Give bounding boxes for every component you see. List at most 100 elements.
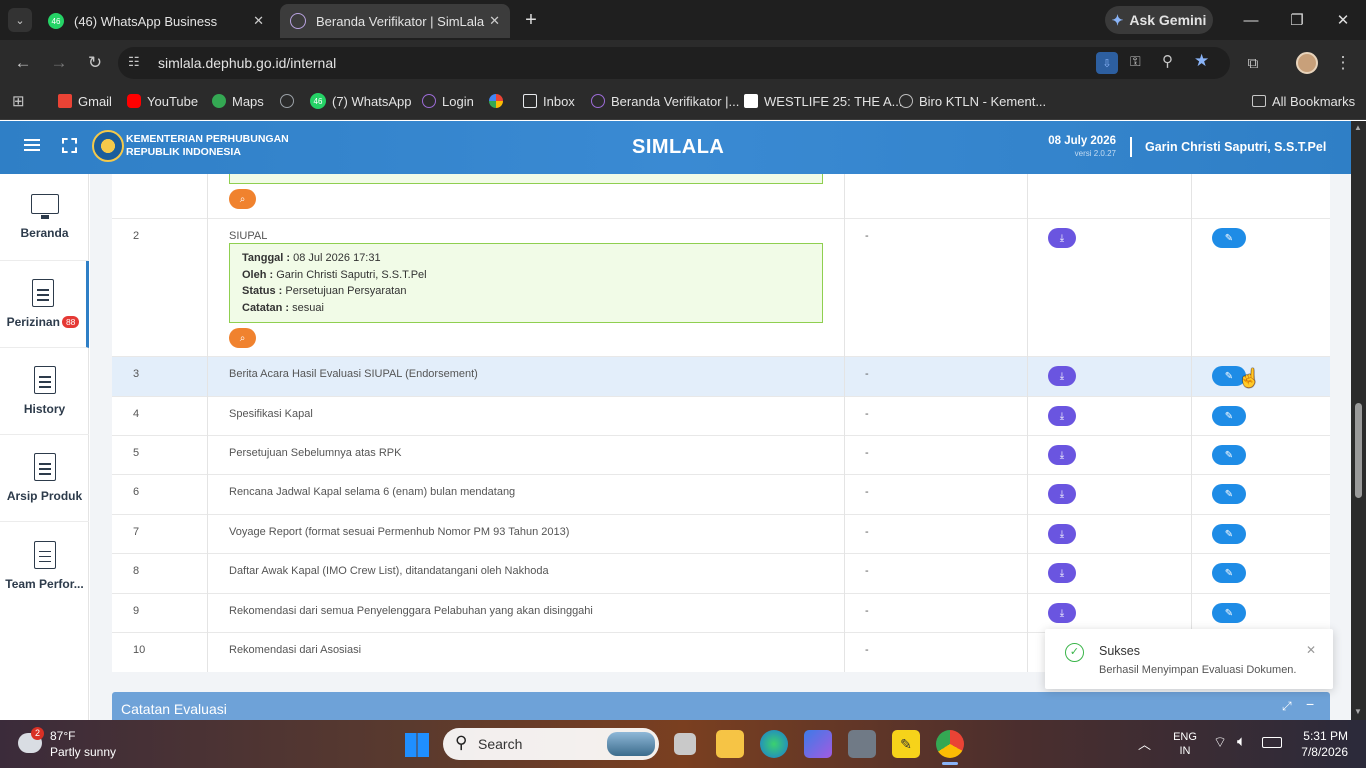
page-scrollbar[interactable]: ▲ ▼: [1351, 121, 1366, 720]
edit-button[interactable]: ✎: [1212, 406, 1246, 426]
download-button[interactable]: ⤓: [1048, 484, 1076, 504]
edit-button[interactable]: ✎: [1212, 228, 1246, 248]
edge-icon[interactable]: [760, 730, 788, 758]
sidebar-item-team-performance[interactable]: Team Perfor...: [0, 522, 89, 609]
bookmark-pinwheel[interactable]: [489, 92, 509, 110]
chrome-icon[interactable]: [936, 730, 964, 758]
task-view-icon[interactable]: [674, 733, 696, 755]
document-icon: [33, 540, 56, 569]
folder-icon: [1252, 95, 1266, 107]
bookmark-gmail[interactable]: Gmail: [58, 92, 112, 110]
bookmark-youtube[interactable]: YouTube: [127, 92, 198, 110]
zoom-icon[interactable]: ⚲: [1162, 52, 1173, 70]
bookmark-maps[interactable]: Maps: [212, 92, 264, 110]
media-player-icon[interactable]: [804, 730, 832, 758]
tab-whatsapp[interactable]: 46 (46) WhatsApp Business ✕: [38, 4, 274, 38]
volume-icon[interactable]: 🔈︎: [1237, 733, 1246, 750]
weather-widget[interactable]: 2 87°F Partly sunny: [14, 727, 124, 763]
search-placeholder: Search: [478, 736, 523, 752]
battery-icon[interactable]: [1262, 737, 1282, 748]
table-row: 5 Persetujuan Sebelumnya atas RPK - ⤓ ✎: [112, 436, 1330, 475]
camera-icon[interactable]: [848, 730, 876, 758]
download-icon: ⤓: [1059, 528, 1065, 540]
close-tab-icon[interactable]: ✕: [253, 13, 264, 29]
clock-time: 5:31 PM: [1303, 729, 1348, 743]
back-button[interactable]: ←: [10, 50, 36, 76]
bookmark-inbox[interactable]: Inbox: [523, 92, 575, 110]
language-indicator[interactable]: ENG IN: [1172, 730, 1198, 758]
edit-button[interactable]: ✎: [1212, 563, 1246, 583]
sidebar-item-beranda[interactable]: Beranda: [0, 174, 89, 261]
tab-search-button[interactable]: ⌄: [8, 8, 32, 32]
sticky-notes-icon[interactable]: ✎: [892, 730, 920, 758]
new-tab-button[interactable]: +: [518, 6, 544, 34]
gemini-icon: ✦: [1111, 11, 1124, 28]
note-label: Catatan :: [242, 302, 290, 315]
pinwheel-icon: [489, 94, 503, 108]
site-info-icon[interactable]: ☷: [128, 54, 140, 70]
file-explorer-icon[interactable]: [716, 730, 744, 758]
all-bookmarks[interactable]: All Bookmarks: [1252, 92, 1355, 110]
edit-button[interactable]: ✎: [1212, 484, 1246, 504]
bookmark-beranda[interactable]: Beranda Verifikator |...: [591, 92, 739, 110]
globe-icon: [899, 94, 913, 108]
search-detail-button[interactable]: ⌕: [229, 328, 256, 348]
edit-button[interactable]: ✎: [1212, 603, 1246, 623]
download-button[interactable]: ⤓: [1048, 524, 1076, 544]
tab-title: (46) WhatsApp Business: [74, 13, 218, 29]
collapse-icon[interactable]: −: [1306, 696, 1314, 712]
minimize-button[interactable]: —: [1228, 0, 1274, 40]
bookmark-star-icon[interactable]: ★: [1194, 51, 1209, 71]
bookmark-whatsapp[interactable]: 46 (7) WhatsApp: [310, 92, 411, 110]
monitor-icon: [30, 194, 59, 219]
sidebar-item-history[interactable]: History: [0, 348, 89, 435]
download-button[interactable]: ⤓: [1048, 366, 1076, 386]
wifi-icon[interactable]: ⌔: [1213, 733, 1227, 752]
download-button[interactable]: ⤓: [1048, 445, 1076, 465]
user-name[interactable]: Garin Christi Saputri, S.S.T.Pel: [1145, 140, 1326, 154]
edit-button[interactable]: ✎: [1212, 524, 1246, 544]
menu-dots-icon[interactable]: ⋮: [1330, 50, 1356, 76]
column-divider: [1191, 174, 1192, 672]
download-button[interactable]: ⤓: [1048, 603, 1076, 623]
bookmark-globe[interactable]: [280, 92, 300, 110]
scroll-up-icon[interactable]: ▲: [1354, 123, 1362, 132]
download-button[interactable]: ⤓: [1048, 228, 1076, 248]
download-button[interactable]: ⤓: [1048, 563, 1076, 583]
tray-chevron-icon[interactable]: ︿: [1138, 734, 1151, 753]
bookmark-login[interactable]: Login: [422, 92, 474, 110]
search-detail-button[interactable]: ⌕: [229, 189, 256, 209]
install-app-icon[interactable]: ⇩: [1096, 52, 1118, 74]
ask-gemini-button[interactable]: ✦ Ask Gemini: [1105, 6, 1213, 34]
url-text[interactable]: simlala.dephub.go.id/internal: [158, 55, 336, 71]
scroll-down-icon[interactable]: ▼: [1354, 707, 1362, 716]
maximize-button[interactable]: ❐: [1274, 0, 1320, 40]
close-icon[interactable]: ✕: [1306, 643, 1316, 657]
reload-button[interactable]: ↻: [82, 50, 108, 76]
download-button[interactable]: ⤓: [1048, 406, 1076, 426]
globe-icon: [280, 94, 294, 108]
clock[interactable]: 5:31 PM 7/8/2026: [1296, 728, 1348, 760]
edit-button[interactable]: ✎: [1212, 445, 1246, 465]
fullscreen-icon[interactable]: [62, 138, 77, 153]
scroll-thumb[interactable]: [1355, 403, 1362, 498]
close-tab-icon[interactable]: ✕: [489, 13, 500, 29]
taskbar-search[interactable]: ⚲ Search: [443, 728, 659, 760]
bookmark-biro-ktln[interactable]: Biro KTLN - Kement...: [899, 92, 1046, 110]
forward-button[interactable]: →: [46, 50, 72, 76]
windows-start-icon[interactable]: [405, 733, 429, 757]
bookmark-westlife[interactable]: WESTLIFE 25: THE A...: [744, 92, 902, 110]
tab-simlala[interactable]: Beranda Verifikator | SimLala ✕: [280, 4, 510, 38]
hamburger-menu-icon[interactable]: [24, 139, 40, 151]
close-window-button[interactable]: ✕: [1320, 0, 1366, 40]
extensions-icon[interactable]: ⧉: [1240, 50, 1266, 76]
profile-avatar[interactable]: [1296, 52, 1318, 74]
search-icon: ⌕: [239, 332, 246, 344]
password-key-icon[interactable]: ⚿: [1130, 53, 1141, 70]
youtube-icon: [127, 94, 141, 108]
expand-icon[interactable]: ⤢: [1282, 699, 1292, 714]
address-bar[interactable]: ☷ simlala.dephub.go.id/internal ⇩ ⚿ ⚲ ★: [118, 47, 1230, 79]
apps-grid-icon[interactable]: ⊞: [12, 92, 25, 110]
sidebar-item-perizinan[interactable]: Perizinan 88: [0, 261, 89, 348]
sidebar-item-arsip-produk[interactable]: Arsip Produk: [0, 435, 89, 522]
